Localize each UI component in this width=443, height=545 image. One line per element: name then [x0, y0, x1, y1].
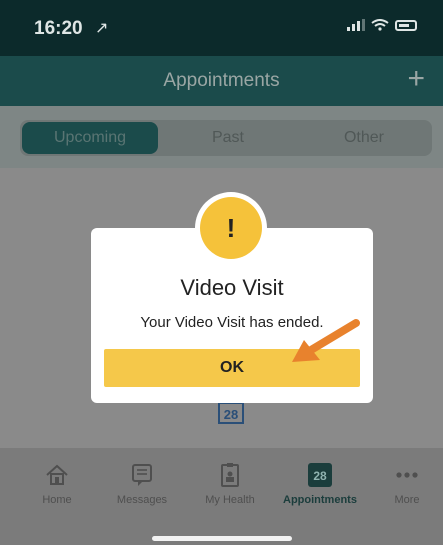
appointment-tabs: Upcoming Past Other — [20, 120, 432, 156]
more-icon — [396, 472, 418, 478]
location-icon: ↗ — [95, 20, 109, 37]
add-appointment-button[interactable]: + — [407, 62, 425, 96]
page-title: Appointments — [163, 70, 280, 91]
tabbar-label: Appointments — [283, 494, 357, 506]
calendar-icon: 28 — [308, 463, 332, 487]
tab-upcoming[interactable]: Upcoming — [22, 122, 158, 154]
status-icons — [347, 19, 417, 31]
signal-icon — [347, 19, 365, 31]
tab-past[interactable]: Past — [160, 120, 296, 156]
tabbar-label: My Health — [205, 494, 255, 506]
wifi-icon — [371, 19, 389, 31]
home-indicator[interactable] — [152, 536, 292, 541]
alert-glyph: ! — [200, 197, 262, 259]
status-time: 16:20 — [34, 18, 83, 39]
health-record-icon — [221, 463, 239, 487]
bottom-tab-bar: Home Messages My Health 28 Appointments … — [0, 448, 443, 545]
alert-icon: ! — [195, 192, 267, 264]
calendar-icon: 28 — [218, 402, 244, 424]
tabbar-item-my-health[interactable]: My Health — [190, 462, 270, 506]
pointer-arrow-icon — [292, 319, 360, 362]
message-icon — [132, 464, 152, 486]
tabbar-label: Home — [42, 494, 72, 506]
tabbar-label: More — [394, 494, 420, 506]
status-bar: 16:20 ↗ — [0, 0, 443, 56]
dialog-title: Video Visit — [180, 275, 284, 300]
battery-icon — [395, 19, 417, 31]
tabbar-item-appointments[interactable]: 28 Appointments — [280, 462, 360, 506]
home-icon — [46, 464, 68, 485]
tab-other[interactable]: Other — [296, 120, 432, 156]
tabbar-item-more[interactable]: More — [367, 462, 443, 506]
tabbar-label: Messages — [116, 494, 168, 506]
tabbar-item-messages[interactable]: Messages — [102, 462, 182, 506]
tabs-row: Upcoming Past Other — [0, 106, 443, 168]
navigation-bar: Appointments + — [0, 56, 443, 106]
tabbar-item-home[interactable]: Home — [17, 462, 97, 506]
